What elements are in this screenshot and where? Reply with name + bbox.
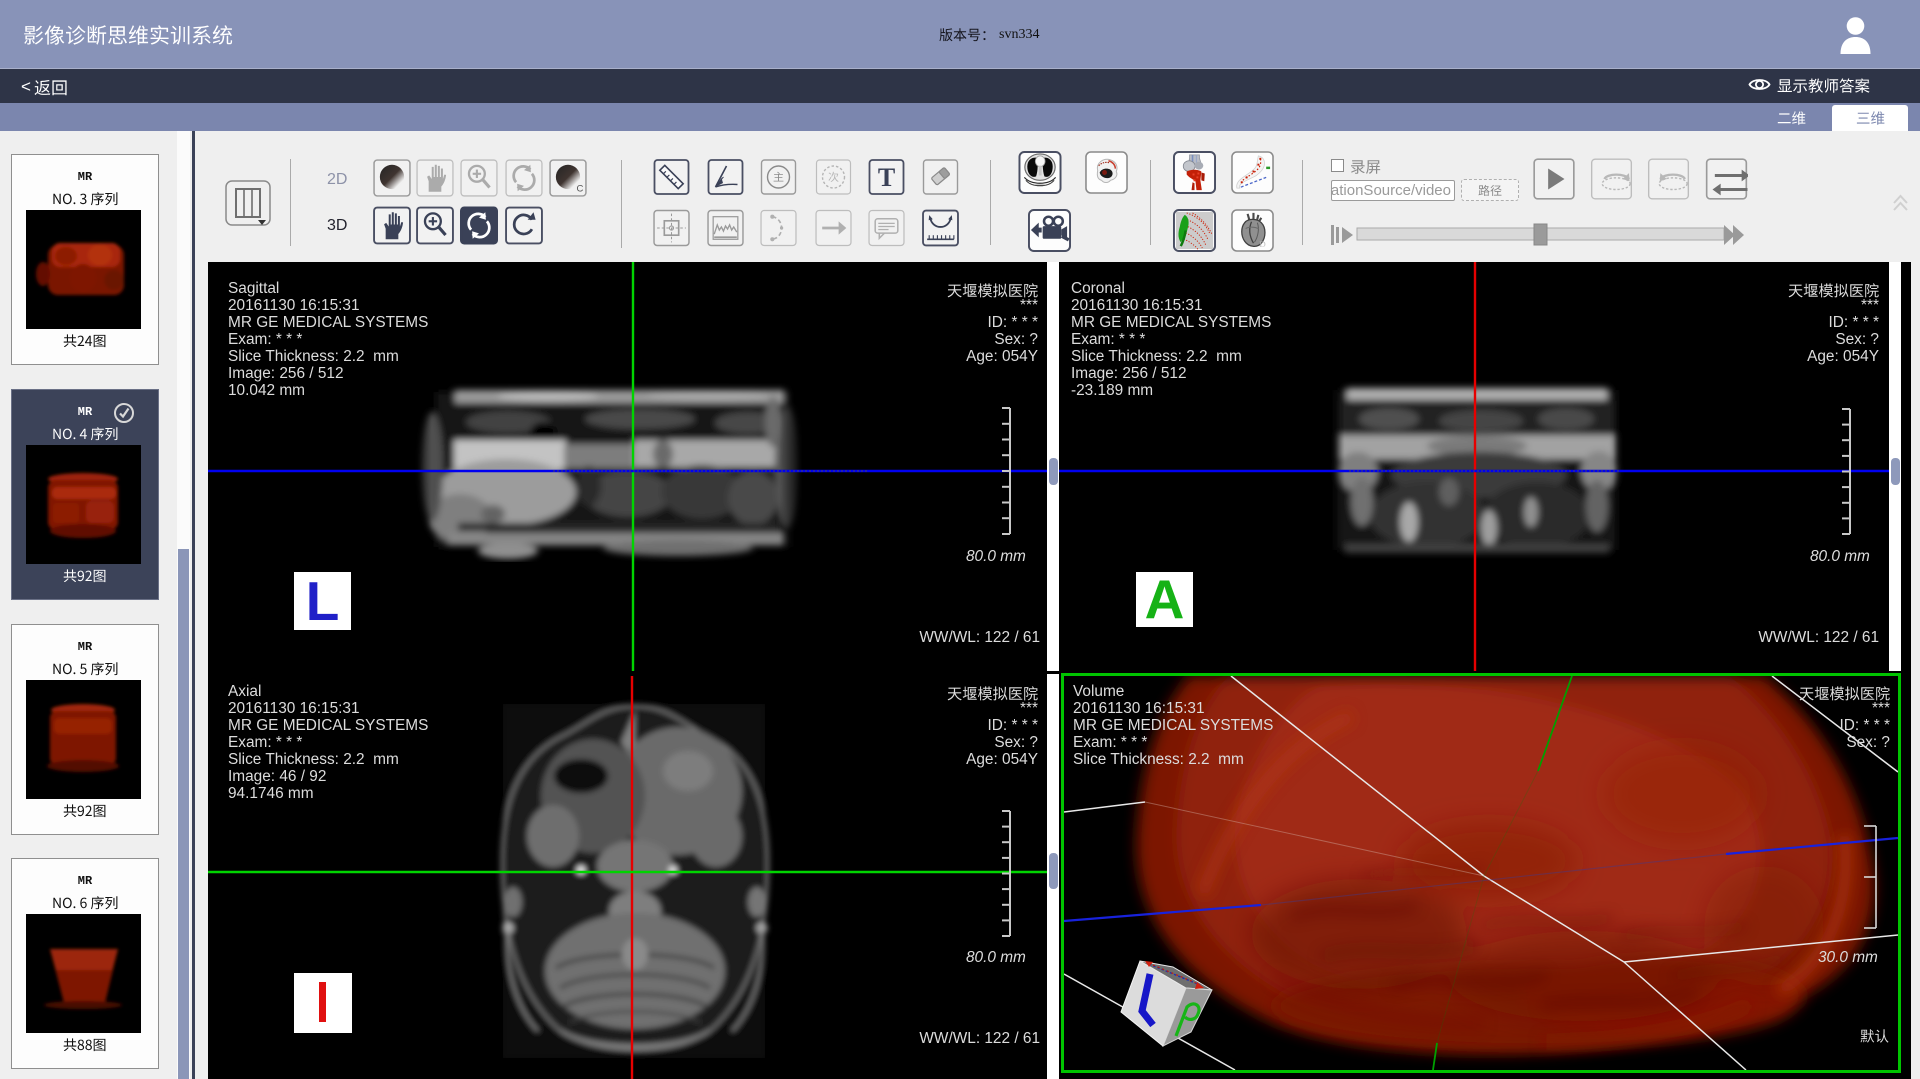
svg-text:D: D xyxy=(1259,239,1265,249)
svg-text:T: T xyxy=(878,163,895,192)
svg-text:C: C xyxy=(576,184,583,195)
